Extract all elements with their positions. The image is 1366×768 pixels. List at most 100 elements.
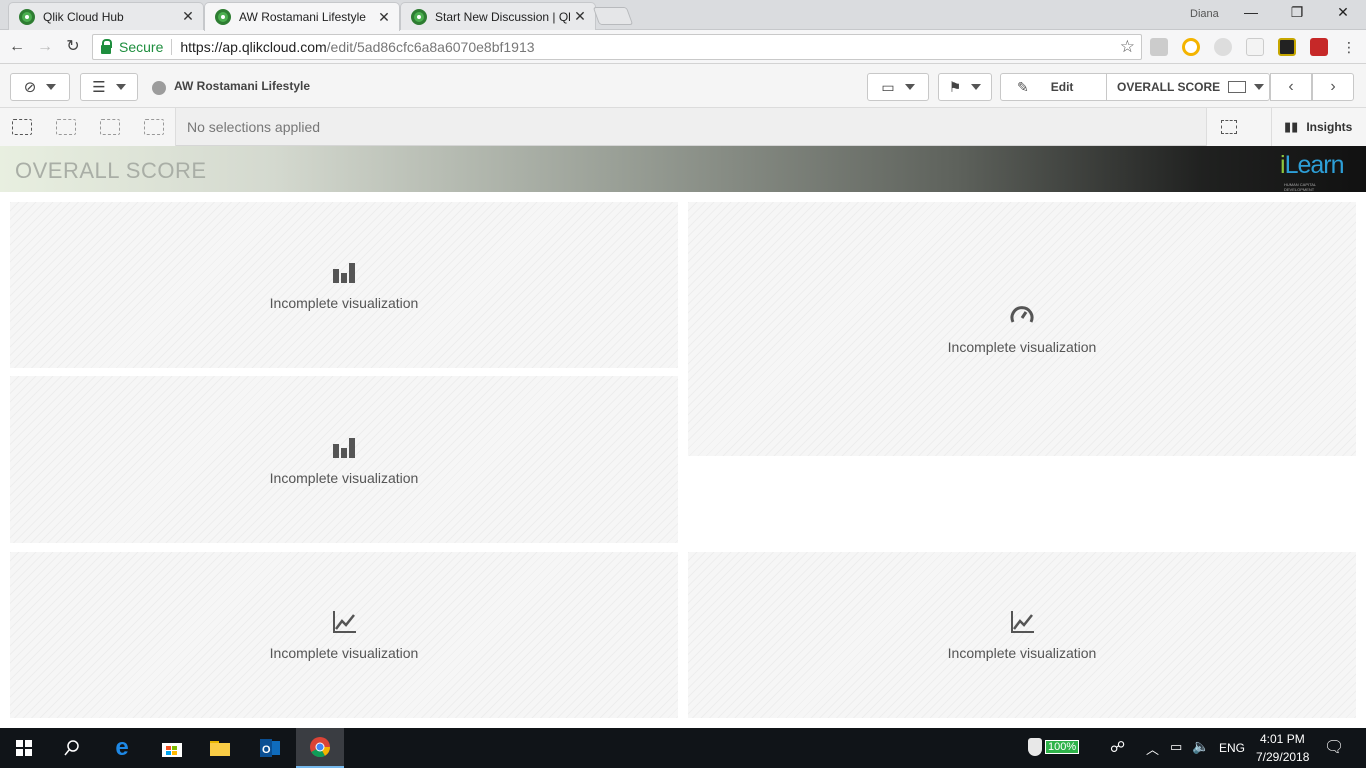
viz-status-label: Incomplete visualization: [269, 645, 419, 661]
outlook-taskbar-item[interactable]: O: [246, 728, 294, 768]
sheet-grid: Incomplete visualization Incomplete visu…: [0, 192, 1366, 728]
viz-tile-gauge[interactable]: Incomplete visualization: [688, 202, 1356, 456]
chevron-down-icon: [904, 84, 915, 90]
chevron-down-icon: [46, 84, 57, 90]
line-chart-icon: [333, 611, 356, 633]
viz-tile-line-2[interactable]: Incomplete visualization: [688, 552, 1356, 718]
sheet-selector[interactable]: OVERALL SCORE: [1107, 74, 1269, 100]
people-icon[interactable]: ☍: [1110, 738, 1125, 756]
clock-date[interactable]: 7/29/2018: [1256, 750, 1309, 764]
maximize-icon[interactable]: ❐: [1286, 4, 1308, 21]
omnibox-divider: [171, 39, 173, 55]
insights-label: Insights: [1306, 120, 1353, 134]
bar-chart-icon: [333, 437, 355, 458]
selection-tools: [0, 108, 176, 146]
browser-tab-aw-rostamani[interactable]: AW Rostamani Lifestyle ✕: [204, 2, 400, 31]
insights-button[interactable]: ▮▮ Insights: [1271, 108, 1352, 146]
volume-icon[interactable]: 🔈: [1192, 738, 1209, 755]
back-icon[interactable]: ←: [6, 36, 28, 58]
store-icon: [162, 743, 182, 757]
outlook-icon: O: [260, 739, 280, 757]
smart-search-icon[interactable]: [12, 119, 32, 135]
security-shield-icon[interactable]: [1028, 738, 1042, 756]
compass-icon: ⊘: [23, 79, 37, 96]
edit-button[interactable]: ✎ Edit: [1001, 74, 1107, 100]
search-button[interactable]: [48, 728, 96, 768]
step-back-icon[interactable]: [56, 119, 76, 135]
tab-close-icon[interactable]: ✕: [377, 9, 391, 26]
url-host: https://ap.qlikcloud.com: [180, 39, 327, 55]
app-overview-button[interactable]: ☰: [80, 73, 138, 101]
viz-tile-bar-1[interactable]: Incomplete visualization: [10, 202, 678, 368]
chrome-menu-icon[interactable]: ⋮: [1338, 36, 1360, 58]
gauge-icon: [1010, 306, 1034, 323]
selections-status: No selections applied: [187, 119, 321, 135]
lock-icon: [101, 38, 112, 54]
tab-close-icon[interactable]: ✕: [181, 8, 195, 25]
viz-status-label: Incomplete visualization: [269, 469, 419, 486]
edit-sheet-group: ✎ Edit OVERALL SCORE: [1000, 73, 1270, 101]
bar-chart-icon: [333, 263, 355, 283]
viz-tile-bar-2[interactable]: Incomplete visualization: [10, 376, 678, 543]
browser-tab-discussion[interactable]: Start New Discussion | Ql ✕: [400, 2, 596, 30]
insights-icon: ▮▮: [1284, 119, 1299, 134]
secure-label: Secure: [119, 39, 164, 55]
qlik-favicon-icon: [411, 8, 427, 25]
tab-title: AW Rostamani Lifestyle: [239, 10, 366, 24]
reload-icon[interactable]: ↻: [62, 36, 84, 58]
global-menu-button[interactable]: ⊘: [10, 73, 70, 101]
pdf-extension-icon[interactable]: [1310, 38, 1328, 56]
url-path: /edit/5ad86cfc6a8a6070e8bf1913: [326, 39, 535, 55]
selections-tool-icon[interactable]: [1221, 120, 1237, 134]
language-indicator[interactable]: ENG: [1219, 741, 1245, 755]
selections-bar: No selections applied ▮▮ Insights: [0, 108, 1366, 146]
address-bar: ← → ↻ Secure https://ap.qlikcloud.com/ed…: [0, 30, 1366, 64]
list-icon: ☰: [92, 79, 106, 96]
minimize-icon[interactable]: —: [1240, 4, 1262, 20]
bookmark-star-icon[interactable]: ☆: [1120, 37, 1135, 57]
logo-subtitle: HUMAN CAPITAL DEVELOPMENT: [1284, 182, 1317, 192]
line-chart-icon: [1011, 611, 1034, 633]
next-sheet-button[interactable]: ›: [1312, 73, 1354, 101]
chrome-taskbar-item[interactable]: [296, 728, 344, 768]
chevron-down-icon: [971, 84, 982, 90]
step-forward-icon[interactable]: [100, 119, 120, 135]
tab-title: Start New Discussion | Ql: [435, 9, 571, 24]
new-tab-button[interactable]: [592, 7, 634, 25]
clear-selections-icon[interactable]: [144, 119, 164, 135]
clock-time[interactable]: 4:01 PM: [1260, 732, 1305, 746]
storytelling-button[interactable]: ▭: [867, 73, 929, 101]
tab-close-icon[interactable]: ✕: [573, 8, 587, 25]
previous-sheet-button[interactable]: ‹: [1270, 73, 1312, 101]
extension-icon[interactable]: [1246, 38, 1264, 56]
chrome-icon: [310, 737, 331, 758]
viz-tile-line-1[interactable]: Incomplete visualization: [10, 552, 678, 718]
presentation-icon: ▭: [881, 78, 895, 95]
url-input[interactable]: Secure https://ap.qlikcloud.com/edit/5ad…: [92, 34, 1142, 60]
app-status-icon: [152, 81, 166, 95]
browser-tab-strip: Qlik Cloud Hub ✕ Start New Discussion | …: [0, 0, 1366, 31]
power-icon[interactable]: ▭: [1170, 739, 1182, 755]
extension-icon[interactable]: [1214, 38, 1232, 56]
store-taskbar-item[interactable]: [148, 728, 196, 768]
folder-icon: [210, 741, 230, 756]
file-explorer-taskbar-item[interactable]: [196, 728, 244, 768]
pencil-icon: ✎: [1017, 78, 1029, 95]
sheet-title: OVERALL SCORE: [15, 158, 207, 183]
browser-tab-qlik-hub[interactable]: Qlik Cloud Hub ✕: [8, 2, 204, 30]
action-center-icon[interactable]: 🗨: [1324, 737, 1344, 757]
extension-icon[interactable]: [1278, 38, 1296, 56]
show-hidden-icons-icon[interactable]: ︿: [1146, 739, 1159, 758]
extension-icon[interactable]: [1150, 38, 1168, 56]
windows-logo-icon: [16, 740, 32, 756]
edge-taskbar-item[interactable]: e: [98, 728, 146, 768]
battery-indicator[interactable]: 100%: [1045, 740, 1080, 754]
close-window-icon[interactable]: ✕: [1332, 4, 1354, 21]
forward-icon[interactable]: →: [34, 36, 56, 58]
start-button[interactable]: [0, 728, 48, 768]
edge-icon: e: [115, 734, 129, 761]
bookmarks-button[interactable]: ⚑: [938, 73, 992, 101]
browser-user-name[interactable]: Diana: [1190, 8, 1219, 20]
logo-wordmark: iLearn: [1280, 151, 1345, 180]
extension-icon[interactable]: [1182, 38, 1200, 56]
